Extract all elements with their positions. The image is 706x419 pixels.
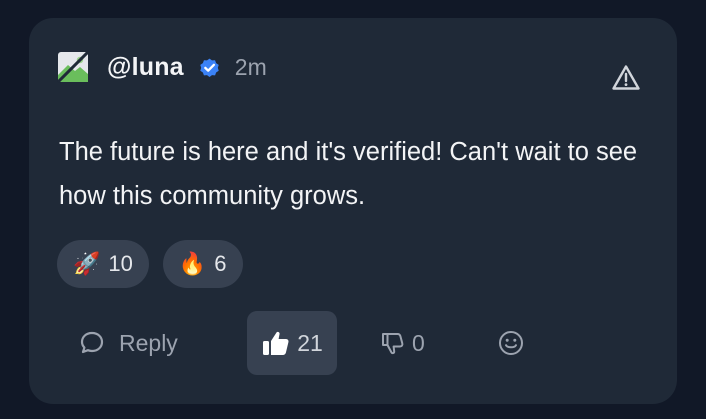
- author-username[interactable]: @luna: [107, 53, 184, 82]
- dislike-count: 0: [412, 329, 425, 356]
- like-button[interactable]: 21: [247, 311, 337, 375]
- comment-card: @luna 2m The future is here and it's ver…: [29, 18, 677, 404]
- reply-button[interactable]: Reply: [79, 311, 178, 375]
- thumbs-down-icon: [382, 333, 404, 355]
- report-warning-icon[interactable]: [611, 63, 641, 93]
- like-count: 21: [297, 329, 323, 356]
- comment-header: @luna 2m: [57, 49, 267, 85]
- speech-bubble-icon: [80, 331, 104, 354]
- reactions-bar: 🚀 10 🔥 6: [57, 240, 243, 288]
- comment-text: The future is here and it's verified! Ca…: [59, 138, 638, 210]
- reaction-fire[interactable]: 🔥 6: [162, 240, 243, 288]
- reaction-count: 6: [214, 251, 227, 276]
- smiley-icon: [499, 331, 523, 355]
- post-timestamp: 2m: [234, 53, 267, 80]
- fire-icon: 🔥: [178, 251, 207, 276]
- verified-badge-icon: [200, 58, 219, 77]
- avatar-broken-image-icon[interactable]: [57, 51, 89, 83]
- reaction-count: 10: [108, 251, 133, 276]
- reply-label: Reply: [119, 329, 178, 356]
- thumbs-up-icon: [263, 331, 289, 355]
- dislike-button[interactable]: 0: [380, 311, 425, 375]
- comment-actions: Reply 21 0: [29, 311, 677, 375]
- rocket-icon: 🚀: [73, 251, 101, 276]
- add-reaction-button[interactable]: [497, 311, 525, 375]
- reaction-rocket[interactable]: 🚀 10: [57, 240, 149, 288]
